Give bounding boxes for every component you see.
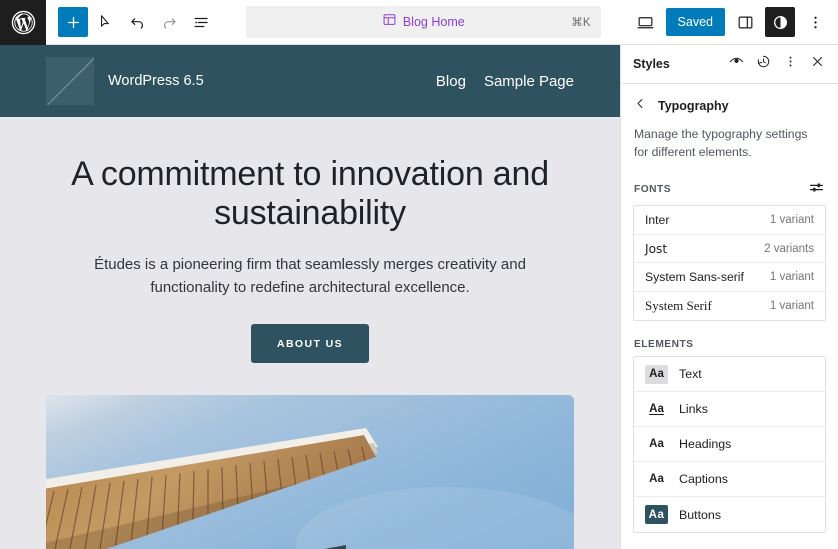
font-row-system-serif[interactable]: System Serif 1 variant — [634, 292, 825, 321]
wordpress-logo-icon — [11, 10, 36, 35]
elements-label-text: ELEMENTS — [634, 339, 694, 351]
document-bar-wrapper: Blog Home ⌘K — [216, 6, 631, 38]
manage-fonts-button[interactable] — [808, 179, 825, 199]
chevron-left-icon[interactable] — [633, 96, 648, 116]
element-row-text[interactable]: Aa Text — [634, 357, 825, 393]
revisions-button[interactable] — [750, 51, 776, 77]
font-name: Jost — [645, 241, 668, 256]
font-row-inter[interactable]: Inter 1 variant — [634, 206, 825, 235]
element-label: Headings — [679, 437, 732, 452]
nav-item-blog[interactable]: Blog — [436, 73, 466, 90]
site-header-block[interactable]: WordPress 6.5 Blog Sample Page — [0, 45, 620, 117]
element-row-buttons[interactable]: Aa Buttons — [634, 497, 825, 532]
settings-sidebar-button[interactable] — [730, 7, 760, 37]
styles-button[interactable] — [765, 7, 795, 37]
font-row-system-sans-serif[interactable]: System Sans-serif 1 variant — [634, 263, 825, 292]
element-label: Buttons — [679, 507, 722, 522]
font-name: Inter — [645, 213, 670, 228]
element-row-headings[interactable]: Aa Headings — [634, 427, 825, 463]
fonts-label-text: FONTS — [634, 183, 672, 195]
editor-tools-group — [46, 7, 216, 37]
font-variants: 1 variant — [769, 271, 814, 284]
elements-list: Aa Text Aa Links Aa Headings Aa Captions… — [633, 356, 826, 534]
typography-panel-title: Typography — [658, 99, 729, 113]
undo-button[interactable] — [122, 7, 152, 37]
font-variants: 1 variant — [769, 300, 814, 313]
add-block-button[interactable] — [58, 7, 88, 37]
save-button[interactable]: Saved — [665, 8, 725, 36]
fonts-list: Inter 1 variant Jost 2 variants System S… — [633, 205, 826, 322]
hero-section: A commitment to innovation and sustainab… — [0, 117, 620, 364]
site-logo-placeholder-icon[interactable] — [46, 57, 94, 105]
site-navigation: Blog Sample Page — [436, 73, 574, 90]
command-shortcut-hint: ⌘K — [571, 17, 591, 29]
wordpress-logo-button[interactable] — [0, 0, 46, 45]
fonts-section-label: FONTS — [621, 161, 838, 205]
sidebar-panel-icon — [736, 13, 755, 32]
top-bar-right-actions: Saved — [631, 7, 838, 37]
font-variants: 2 variants — [764, 242, 814, 255]
site-editor-window: Blog Home ⌘K Saved WordPress 6.5 Blog Sa… — [0, 0, 838, 549]
view-device-button[interactable] — [631, 7, 661, 37]
redo-button[interactable] — [154, 7, 184, 37]
aa-glyph-icon: Aa — [649, 473, 664, 486]
cursor-arrow-icon — [96, 13, 115, 32]
typography-panel-nav: Typography — [621, 84, 838, 120]
eye-icon — [728, 53, 745, 75]
plus-icon — [65, 14, 82, 31]
about-us-button[interactable]: ABOUT US — [250, 324, 370, 364]
styles-more-button[interactable] — [777, 51, 803, 77]
aa-glyph-icon: Aa — [649, 403, 664, 416]
editor-top-bar: Blog Home ⌘K Saved — [0, 0, 838, 45]
hero-paragraph[interactable]: Études is a pioneering firm that seamles… — [84, 254, 536, 300]
element-label: Text — [679, 367, 702, 382]
element-row-links[interactable]: Aa Links — [634, 392, 825, 428]
close-styles-button[interactable] — [804, 51, 830, 77]
styles-panel-header: Styles — [621, 45, 838, 84]
template-icon — [382, 12, 397, 32]
aa-glyph-icon: Aa — [645, 505, 668, 525]
styles-contrast-icon — [771, 13, 790, 32]
list-view-button[interactable] — [186, 7, 216, 37]
hero-image[interactable] — [46, 395, 574, 549]
redo-icon — [160, 13, 179, 32]
element-label: Links — [679, 402, 708, 417]
document-title: Blog Home — [402, 15, 465, 29]
styles-sidebar: Styles Typography Manage the typography … — [620, 45, 838, 549]
aa-glyph-icon: Aa — [649, 438, 664, 451]
editor-more-menu-button[interactable] — [800, 7, 830, 37]
typography-panel-description: Manage the typography settings for diffe… — [634, 127, 808, 159]
styles-panel-title: Styles — [633, 57, 670, 71]
hero-image-wrapper — [0, 363, 620, 549]
close-icon — [809, 53, 826, 75]
history-clock-icon — [755, 53, 772, 75]
elements-section-label: ELEMENTS — [621, 321, 838, 356]
more-vertical-icon — [806, 13, 825, 32]
nav-item-sample-page[interactable]: Sample Page — [484, 73, 574, 90]
editor-body: WordPress 6.5 Blog Sample Page A commitm… — [0, 45, 838, 549]
element-row-captions[interactable]: Aa Captions — [634, 462, 825, 498]
font-variants: 1 variant — [769, 214, 814, 227]
document-bar[interactable]: Blog Home ⌘K — [245, 6, 601, 38]
style-book-button[interactable] — [723, 51, 749, 77]
editor-canvas[interactable]: WordPress 6.5 Blog Sample Page A commitm… — [0, 45, 620, 549]
site-title[interactable]: WordPress 6.5 — [108, 73, 204, 89]
desktop-icon — [636, 13, 655, 32]
architecture-photo-illustration — [46, 395, 574, 549]
font-name: System Sans-serif — [645, 270, 744, 285]
hero-heading[interactable]: A commitment to innovation and sustainab… — [50, 155, 570, 234]
element-label: Captions — [679, 472, 728, 487]
undo-icon — [128, 13, 147, 32]
styles-header-actions — [723, 51, 830, 77]
aa-glyph-icon: Aa — [645, 364, 668, 384]
more-vertical-icon — [782, 53, 799, 75]
font-row-jost[interactable]: Jost 2 variants — [634, 235, 825, 264]
list-view-icon — [192, 13, 211, 32]
font-name: System Serif — [645, 298, 712, 314]
sliders-icon — [808, 179, 825, 199]
tools-button[interactable] — [90, 7, 120, 37]
